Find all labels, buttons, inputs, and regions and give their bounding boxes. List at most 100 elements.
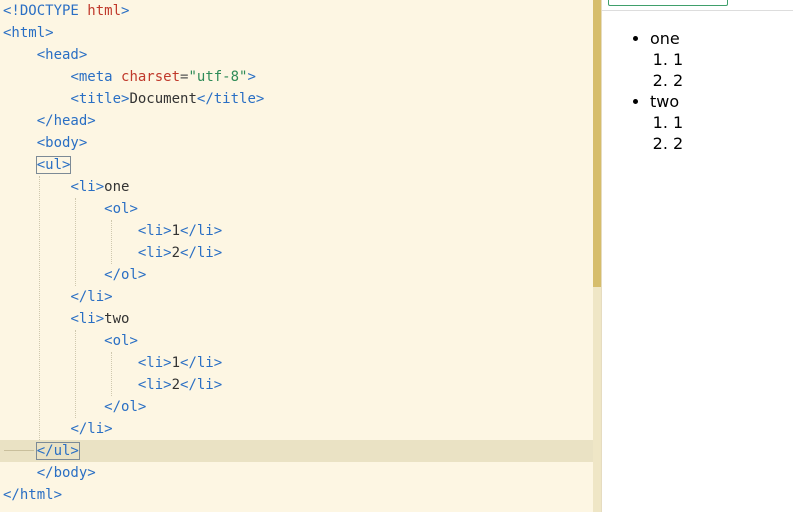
code-token: 1 [171, 355, 181, 371]
code-line[interactable]: <li>one [0, 176, 593, 198]
code-line[interactable]: </li> [0, 286, 593, 308]
preview-ordered-list: 12 [650, 49, 683, 91]
code-token: </head> [36, 113, 96, 129]
preview-pane: one12two12 [602, 0, 793, 512]
code-line[interactable]: </ol> [0, 396, 593, 418]
code-line[interactable]: <li>2</li> [0, 242, 593, 264]
code-token: <head> [36, 47, 88, 63]
code-token: <title> [70, 91, 130, 107]
code-token: 1 [171, 223, 181, 239]
editor-scrollbar-thumb[interactable] [593, 0, 601, 287]
code-token: 2 [171, 245, 181, 261]
preview-ordered-item: 1 [673, 49, 683, 70]
code-editor[interactable]: <!DOCTYPE html> <html> <head> <meta chars… [0, 0, 593, 512]
code-token: </li> [180, 223, 223, 239]
code-line[interactable]: </ul> [0, 440, 593, 462]
code-token: <li> [137, 355, 172, 371]
code-line[interactable]: <title>Document</title> [0, 88, 593, 110]
code-token: one [104, 179, 130, 195]
code-token: </li> [180, 245, 223, 261]
code-token: <ol> [104, 333, 138, 349]
code-token: <li> [137, 223, 172, 239]
preview-ordered-item: 2 [673, 133, 683, 154]
preview-ordered-list: 12 [650, 112, 683, 154]
code-line[interactable]: <meta charset="utf-8"> [0, 66, 593, 88]
code-line[interactable]: <head> [0, 44, 593, 66]
code-line[interactable]: </ol> [0, 264, 593, 286]
code-line[interactable]: </head> [0, 110, 593, 132]
code-line[interactable]: <li>1</li> [0, 352, 593, 374]
code-line[interactable]: </body> [0, 462, 593, 484]
matched-tag-highlight: </ul> [35, 442, 80, 460]
preview-ordered-item: 2 [673, 70, 683, 91]
preview-list-item: two12 [650, 91, 683, 154]
code-token: </ol> [104, 399, 147, 415]
code-token: > [121, 3, 130, 19]
code-line[interactable]: <body> [0, 132, 593, 154]
code-token: </title> [196, 91, 265, 107]
code-token: <ol> [104, 201, 138, 217]
code-token: <!DOCTYPE [3, 3, 88, 19]
preview-address-box[interactable] [608, 0, 728, 6]
preview-toolbar [602, 0, 793, 11]
code-token: </li> [70, 421, 113, 437]
code-line[interactable]: </li> [0, 418, 593, 440]
code-line[interactable]: <li>1</li> [0, 220, 593, 242]
code-token: </li> [70, 289, 113, 305]
code-token: charset [121, 69, 181, 85]
code-token: </li> [180, 377, 223, 393]
code-line[interactable]: <ol> [0, 330, 593, 352]
code-line[interactable]: <li>two [0, 308, 593, 330]
code-token: </ol> [104, 267, 147, 283]
code-token: html [87, 3, 122, 19]
preview-list-item: one12 [650, 28, 683, 91]
code-token: <li> [137, 377, 172, 393]
code-token: </li> [180, 355, 223, 371]
code-line[interactable]: <ul> [0, 154, 593, 176]
code-line[interactable]: </html> [0, 484, 593, 506]
code-line[interactable]: <li>2</li> [0, 374, 593, 396]
code-token: two [104, 311, 130, 327]
code-line[interactable]: <html> [0, 22, 593, 44]
code-line[interactable]: <ol> [0, 198, 593, 220]
code-token: <meta [70, 69, 122, 85]
preview-ordered-item: 1 [673, 112, 683, 133]
code-token: "utf-8" [188, 69, 248, 85]
preview-bullet-list: one12two12 [602, 28, 683, 154]
code-token: </body> [36, 465, 96, 481]
code-token: > [247, 69, 256, 85]
active-line-marker [4, 450, 34, 451]
matched-tag-highlight: <ul> [35, 156, 72, 174]
code-token: <li> [70, 179, 105, 195]
code-token: 2 [171, 377, 181, 393]
preview-list-item-label: two [650, 92, 680, 111]
code-token: </html> [3, 487, 63, 503]
preview-list-item-label: one [650, 29, 680, 48]
code-line[interactable]: <!DOCTYPE html> [0, 0, 593, 22]
app-window: <!DOCTYPE html> <html> <head> <meta chars… [0, 0, 793, 512]
code-token: <html> [3, 25, 54, 41]
code-token: <li> [137, 245, 172, 261]
code-token: <li> [70, 311, 105, 327]
code-token: <body> [36, 135, 88, 151]
